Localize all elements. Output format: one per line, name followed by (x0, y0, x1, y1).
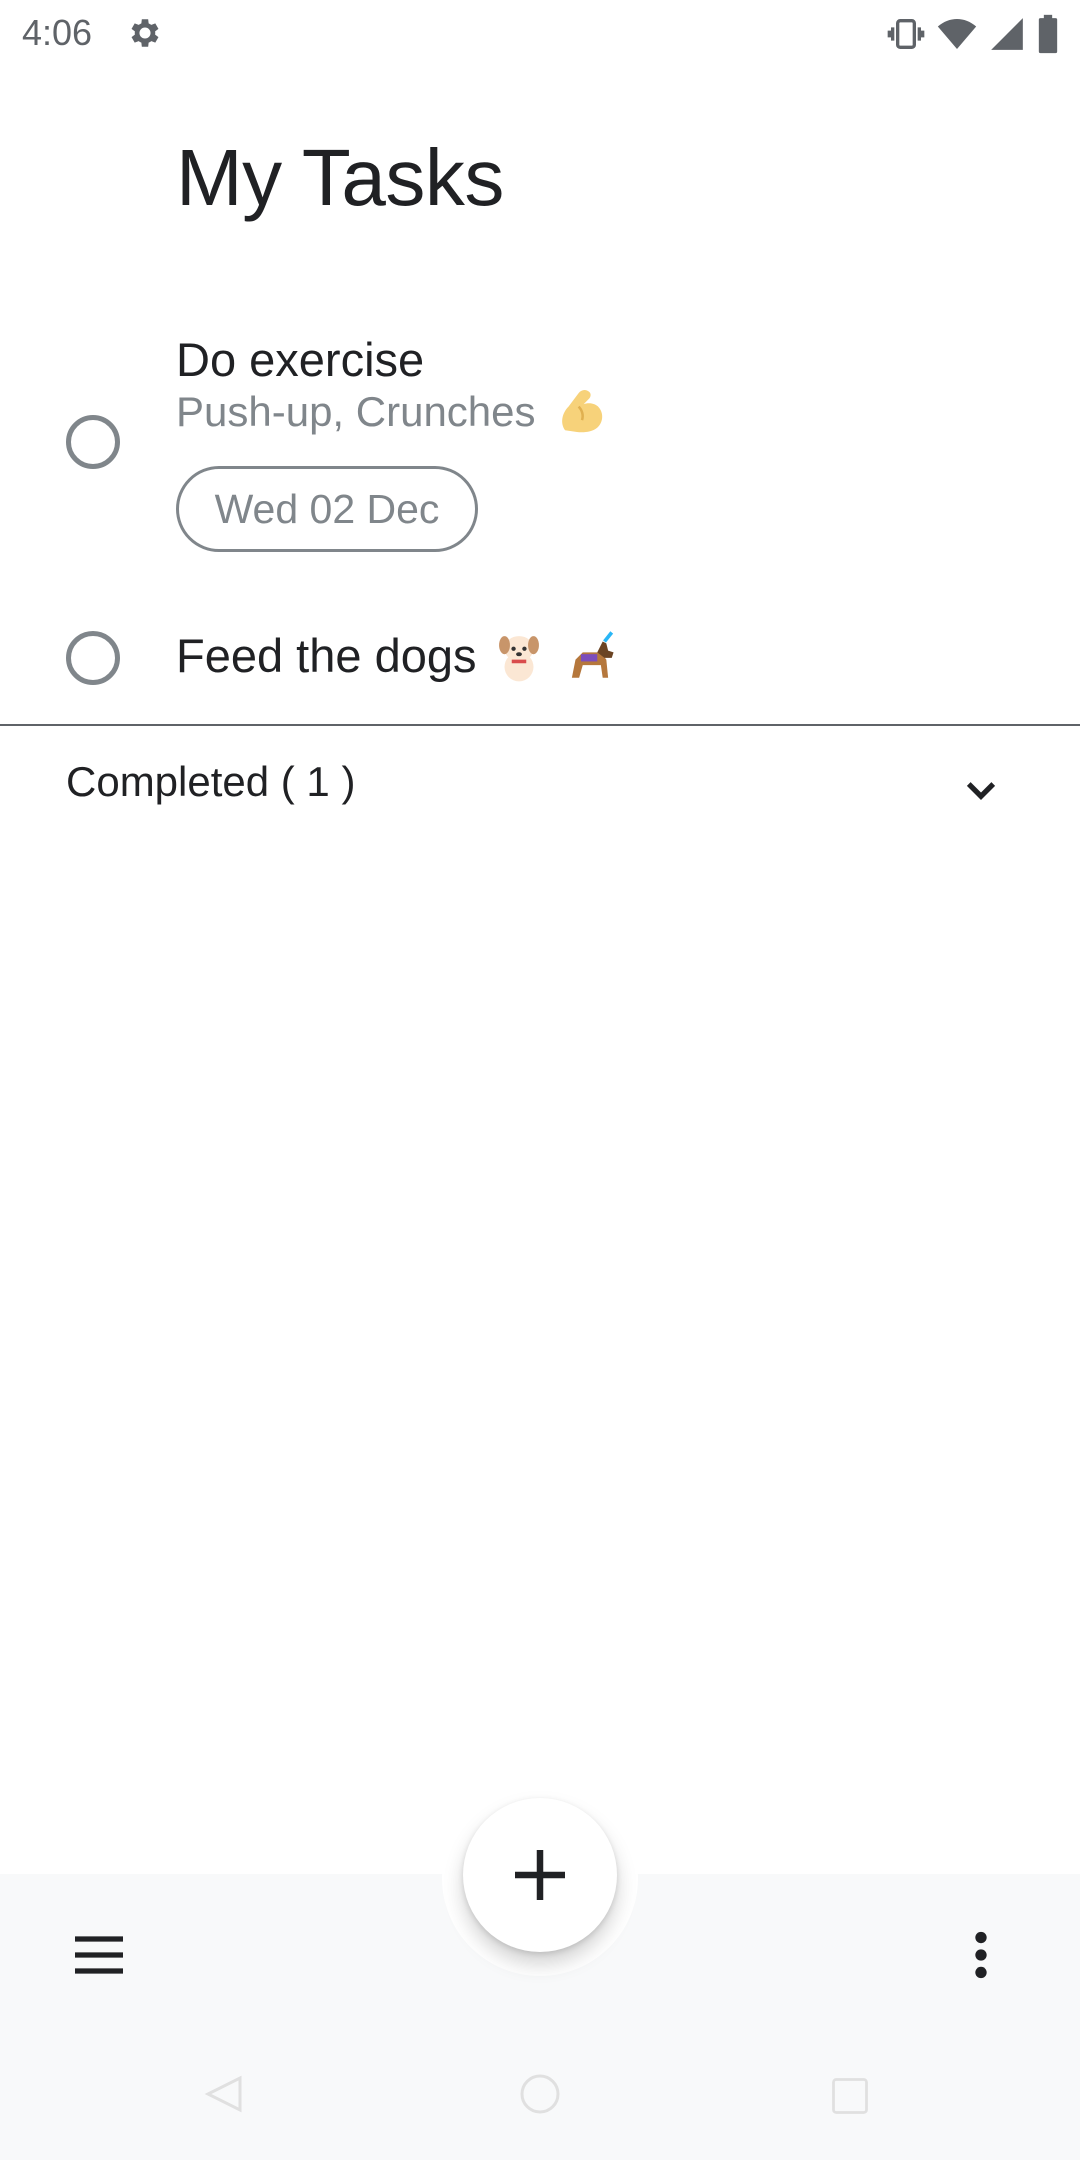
task-title-row: Feed the dogs (176, 628, 619, 685)
completed-label: Completed ( 1 ) (66, 758, 356, 805)
recents-icon[interactable] (828, 2074, 872, 2118)
service-dog-icon (571, 630, 614, 678)
vibrate-icon (887, 19, 925, 49)
dog-icon (498, 635, 539, 681)
task-notes-row: Push-up, Crunches (176, 388, 609, 437)
wifi-icon (937, 19, 977, 49)
menu-button[interactable] (66, 1922, 132, 1988)
gear-icon (131, 19, 159, 47)
battery-icon (1038, 14, 1058, 54)
due-date-chip[interactable]: Wed 02 Dec (176, 466, 478, 552)
back-icon[interactable] (200, 2070, 248, 2118)
page-title: My Tasks (176, 133, 504, 222)
flexed-biceps-icon (562, 389, 603, 433)
task-title: Do exercise (176, 333, 425, 386)
status-time: 4:06 (22, 12, 93, 53)
due-date-label: Wed 02 Dec (214, 485, 440, 532)
more-vert-icon (975, 1931, 987, 1979)
more-options-button[interactable] (954, 1922, 1008, 1988)
status-bar: 4:06 (0, 0, 1080, 66)
task-notes: Push-up, Crunches (176, 388, 536, 435)
status-icons (886, 14, 1060, 54)
plus-icon (515, 1850, 565, 1900)
home-icon[interactable] (516, 2070, 564, 2118)
screen: 4:06 My Tasks Do exercise Push-up, Crunc… (0, 0, 1080, 2160)
menu-icon (75, 1936, 123, 1974)
task-complete-checkbox[interactable] (66, 415, 120, 469)
section-divider (0, 724, 1080, 726)
add-task-button[interactable] (463, 1798, 617, 1952)
chevron-down-icon[interactable] (960, 770, 1002, 812)
completed-section-header[interactable]: Completed ( 1 ) (0, 728, 1080, 840)
task-complete-checkbox[interactable] (66, 631, 120, 685)
task-title: Feed the dogs (176, 629, 477, 682)
cell-signal-icon (991, 18, 1023, 50)
